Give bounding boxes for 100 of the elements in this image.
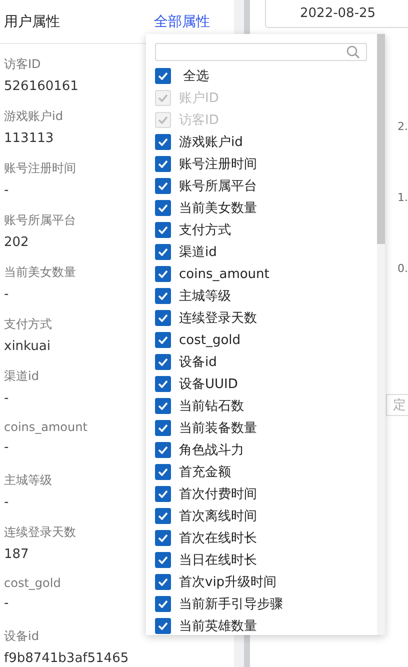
checkbox-label[interactable]: 连续登录天数 — [179, 309, 257, 327]
checkbox-label[interactable]: 设备UUID — [179, 375, 238, 393]
attribute-label: 当前美女数量 — [4, 264, 76, 281]
check-icon — [158, 138, 168, 146]
checkbox[interactable] — [155, 266, 171, 282]
checkbox[interactable] — [155, 574, 171, 590]
checkbox[interactable] — [155, 530, 171, 546]
attribute-label: 访客ID — [4, 56, 41, 73]
checkbox[interactable] — [155, 244, 171, 260]
check-icon — [158, 292, 168, 300]
search-icon — [346, 45, 360, 59]
checkbox-label[interactable]: 当前英雄数量 — [179, 617, 257, 635]
checkbox-label[interactable]: 首次在线时长 — [179, 529, 257, 547]
checkbox[interactable] — [155, 442, 171, 458]
check-icon — [158, 160, 168, 168]
checkbox[interactable] — [155, 222, 171, 238]
attribute-value: 526160161 — [4, 79, 78, 94]
axis-label: 2. — [398, 120, 408, 135]
checkbox-label[interactable]: 当前钻石数 — [179, 397, 244, 415]
checkbox-label[interactable]: coins_amount — [179, 266, 270, 282]
attribute-label: 连续登录天数 — [4, 524, 76, 541]
attribute-value: xinkuai — [4, 339, 50, 354]
attribute-label: coins_amount — [4, 420, 88, 434]
search-field[interactable] — [155, 43, 367, 61]
checkbox-label[interactable]: 支付方式 — [179, 221, 231, 239]
checkbox-label[interactable]: 首次付费时间 — [179, 485, 257, 503]
attribute-value: 113113 — [4, 131, 54, 146]
checkbox[interactable] — [155, 178, 171, 194]
checkbox-label[interactable]: 当日在线时长 — [179, 551, 257, 569]
checkbox[interactable] — [155, 552, 171, 568]
panel-title: 用户属性 — [4, 12, 60, 30]
checkbox-label[interactable]: 主城等级 — [179, 287, 231, 305]
all-attributes-link[interactable]: 全部属性 — [154, 12, 210, 30]
checkbox[interactable] — [155, 618, 171, 634]
checkbox-label[interactable]: 设备id — [179, 353, 217, 371]
checkbox[interactable] — [155, 288, 171, 304]
check-icon — [158, 556, 168, 564]
check-icon — [158, 402, 168, 410]
checkbox-label[interactable]: 渠道id — [179, 243, 217, 261]
checkbox-label[interactable]: 角色战斗力 — [179, 441, 244, 459]
attribute-value: - — [4, 596, 9, 611]
check-icon — [158, 204, 168, 212]
checkbox[interactable] — [155, 464, 171, 480]
date-field[interactable]: 2022-08-25 — [265, 0, 408, 28]
check-icon — [158, 622, 168, 630]
check-icon — [158, 490, 168, 498]
attribute-value: 202 — [4, 235, 29, 250]
checkbox[interactable] — [155, 486, 171, 502]
attribute-label: 设备id — [4, 628, 39, 645]
attribute-label: cost_gold — [4, 576, 61, 590]
checkbox-label[interactable]: 首次vip升级时间 — [179, 573, 277, 591]
checkbox[interactable] — [155, 310, 171, 326]
attribute-value: - — [4, 287, 9, 302]
checkbox-label[interactable]: 全选 — [179, 67, 209, 85]
attribute-label: 支付方式 — [4, 316, 52, 333]
check-icon — [158, 578, 168, 586]
scrollbar[interactable] — [377, 34, 385, 244]
attribute-value: - — [4, 391, 9, 406]
checkbox[interactable] — [155, 200, 171, 216]
checkbox-label[interactable]: 账号所属平台 — [179, 177, 257, 195]
attribute-label: 账号注册时间 — [4, 160, 76, 177]
checkbox-label[interactable]: 首充金额 — [179, 463, 231, 481]
checkbox-label[interactable]: 游戏账户id — [179, 133, 243, 151]
axis-label: 1. — [398, 191, 408, 206]
checkbox[interactable] — [155, 134, 171, 150]
axis-label: 0. — [398, 262, 408, 277]
checkbox-label[interactable]: 账号注册时间 — [179, 155, 257, 173]
attribute-value: f9b8741b3af51465 — [4, 651, 129, 666]
check-icon — [158, 380, 168, 388]
check-icon — [158, 424, 168, 432]
checkbox[interactable] — [155, 508, 171, 524]
checkbox-label[interactable]: 当前新手引导步骤 — [179, 595, 283, 613]
checkbox[interactable] — [155, 420, 171, 436]
check-icon — [158, 248, 168, 256]
checkbox[interactable] — [155, 156, 171, 172]
check-icon — [158, 534, 168, 542]
checkbox-label[interactable]: cost_gold — [179, 332, 241, 348]
checkbox[interactable] — [155, 376, 171, 392]
check-icon — [158, 446, 168, 454]
attribute-label: 账号所属平台 — [4, 212, 76, 229]
checkbox[interactable] — [155, 398, 171, 414]
attribute-label: 渠道id — [4, 368, 39, 385]
check-icon — [158, 94, 168, 102]
check-icon — [158, 600, 168, 608]
attribute-value: 187 — [4, 547, 29, 562]
checkbox[interactable] — [155, 596, 171, 612]
checkbox-label[interactable]: 当前美女数量 — [179, 199, 257, 217]
checkbox[interactable] — [155, 354, 171, 370]
check-icon — [158, 182, 168, 190]
check-icon — [158, 314, 168, 322]
attribute-value: - — [4, 495, 9, 510]
check-icon — [158, 226, 168, 234]
check-icon — [158, 512, 168, 520]
checkbox[interactable] — [155, 68, 171, 84]
check-icon — [158, 468, 168, 476]
checkbox[interactable] — [155, 332, 171, 348]
checkbox-label[interactable]: 首次离线时间 — [179, 507, 257, 525]
checkbox-label[interactable]: 当前装备数量 — [179, 419, 257, 437]
check-icon — [158, 116, 168, 124]
check-icon — [158, 358, 168, 366]
